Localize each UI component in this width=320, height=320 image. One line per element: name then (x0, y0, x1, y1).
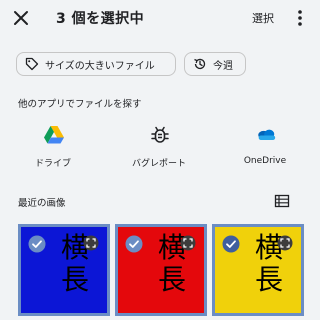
recent-images-heading: 最近の画像 (18, 198, 66, 209)
app-label: バグレポート (131, 159, 186, 169)
close-button[interactable] (10, 7, 32, 29)
chip-label: サイズの大きいファイル (45, 60, 155, 72)
more-options-button[interactable] (294, 8, 306, 28)
check-circle-icon[interactable] (125, 235, 143, 253)
history-icon (194, 58, 206, 70)
app-bug-report[interactable]: バグレポート (114, 120, 204, 174)
app-label: OneDrive (243, 156, 287, 166)
selection-count-title: 3 個を選択中 (56, 11, 145, 27)
app-drive[interactable]: ドライブ (8, 120, 98, 174)
expand-icon[interactable] (83, 235, 99, 251)
onedrive-icon (258, 129, 276, 141)
google-drive-icon (44, 126, 64, 144)
check-circle-icon[interactable] (222, 235, 240, 253)
image-text: 長 (61, 263, 90, 296)
check-circle-icon[interactable] (28, 235, 46, 253)
expand-icon[interactable] (180, 235, 196, 251)
top-app-bar: 3 個を選択中 選択 (0, 0, 320, 36)
image-text: 長 (255, 263, 284, 296)
tag-icon (25, 57, 39, 71)
expand-icon[interactable] (277, 235, 293, 251)
image-text: 長 (158, 263, 187, 296)
chip-this-week[interactable]: 今週 (184, 52, 246, 76)
list-view-toggle[interactable] (274, 193, 290, 208)
chip-large-files[interactable]: サイズの大きいファイル (16, 52, 176, 76)
select-button[interactable]: 選択 (252, 10, 274, 26)
image-thumbnail[interactable]: 横 長 (18, 224, 110, 316)
close-icon (14, 11, 28, 25)
chip-label: 今週 (213, 60, 233, 72)
app-label: ドライブ (34, 159, 71, 169)
other-apps-heading: 他のアプリでファイルを探す (18, 99, 142, 110)
app-onedrive[interactable]: OneDrive (220, 120, 310, 174)
bug-icon (151, 126, 169, 143)
view-list-icon (274, 194, 290, 208)
image-thumbnail[interactable]: 横 長 (115, 224, 207, 316)
image-thumbnail[interactable]: 横 長 (212, 224, 304, 316)
more-vert-icon (298, 10, 302, 26)
